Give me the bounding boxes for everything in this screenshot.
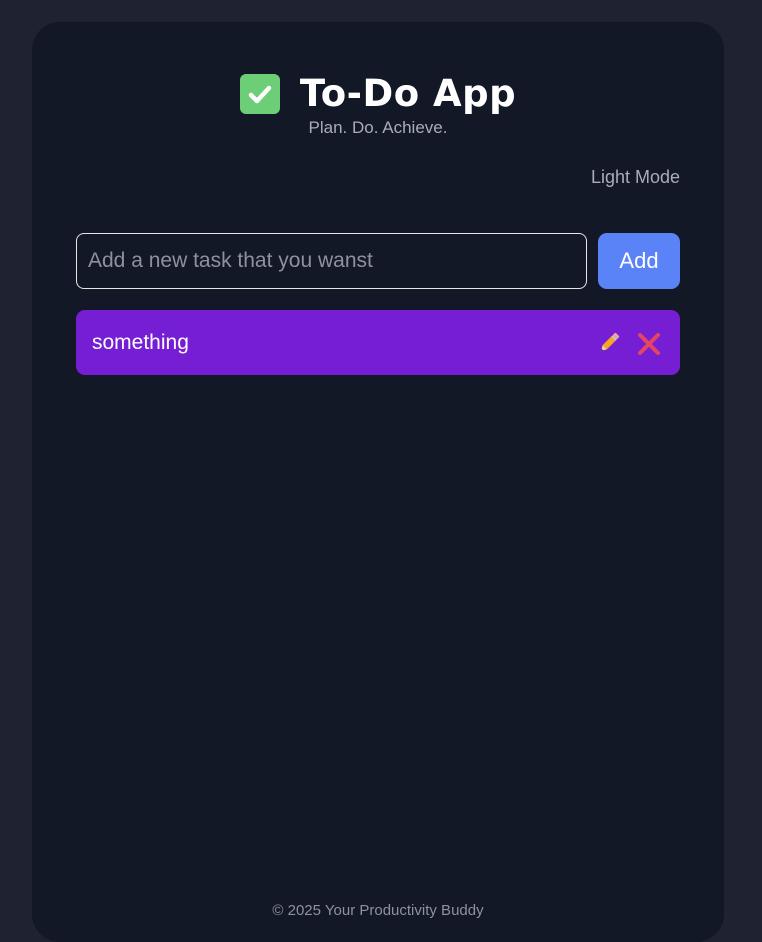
app-title: To-Do App <box>299 72 517 115</box>
app-header: To-Do App <box>32 72 724 115</box>
footer-copyright: © 2025 Your Productivity Buddy <box>272 902 484 919</box>
app-subtitle: Plan. Do. Achieve. <box>308 118 448 137</box>
add-task-button[interactable]: Add <box>598 233 680 289</box>
close-icon[interactable] <box>636 331 662 357</box>
new-task-input[interactable] <box>76 233 587 289</box>
task-text: something <box>92 330 189 354</box>
task-item: something <box>76 310 680 375</box>
check-icon <box>239 73 280 114</box>
theme-toggle-button[interactable]: Light Mode <box>591 167 680 188</box>
app-card: To-Do App Plan. Do. Achieve. Light Mode … <box>32 22 724 942</box>
pencil-icon[interactable] <box>596 330 622 356</box>
